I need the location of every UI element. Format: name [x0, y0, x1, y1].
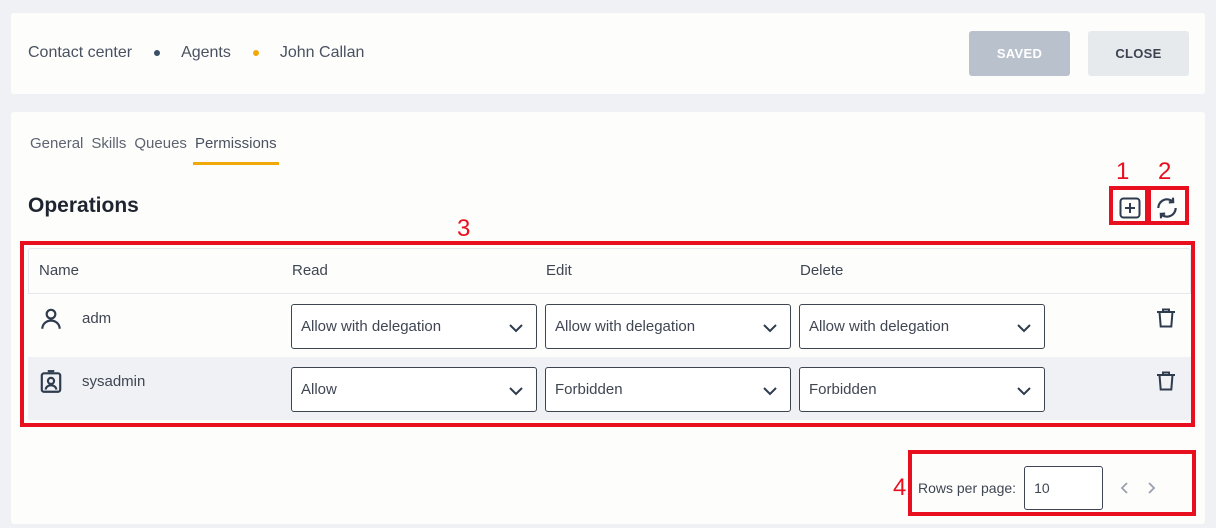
header-card: Contact center Agents John Callan SAVED … [11, 13, 1205, 94]
annotation-box-add [1109, 186, 1149, 225]
annotation-label: 1 [1116, 158, 1130, 185]
tab-general[interactable]: General [28, 135, 85, 165]
close-button[interactable]: CLOSE [1088, 31, 1189, 76]
annotation-label: 3 [457, 215, 471, 242]
annotation-box-refresh [1147, 186, 1189, 225]
breadcrumb-current-agent: John Callan [279, 44, 365, 61]
breadcrumb-contact-center[interactable]: Contact center [28, 44, 132, 62]
tab-bar: General Skills Queues Permissions [28, 135, 283, 165]
saved-button[interactable]: SAVED [969, 31, 1070, 76]
annotation-box-table [20, 241, 1195, 427]
breadcrumb-separator-dot [252, 50, 259, 56]
breadcrumb-separator-dot [154, 50, 161, 56]
annotation-box-pagination [908, 450, 1196, 516]
tab-skills[interactable]: Skills [89, 135, 128, 165]
tab-queues[interactable]: Queues [132, 135, 189, 165]
section-title: Operations [28, 194, 139, 217]
breadcrumb: Contact center Agents John Callan [28, 44, 364, 62]
annotation-label: 4 [893, 474, 907, 501]
breadcrumb-agents[interactable]: Agents [181, 44, 231, 62]
annotation-label: 2 [1158, 158, 1172, 185]
tab-permissions[interactable]: Permissions [192, 135, 279, 165]
